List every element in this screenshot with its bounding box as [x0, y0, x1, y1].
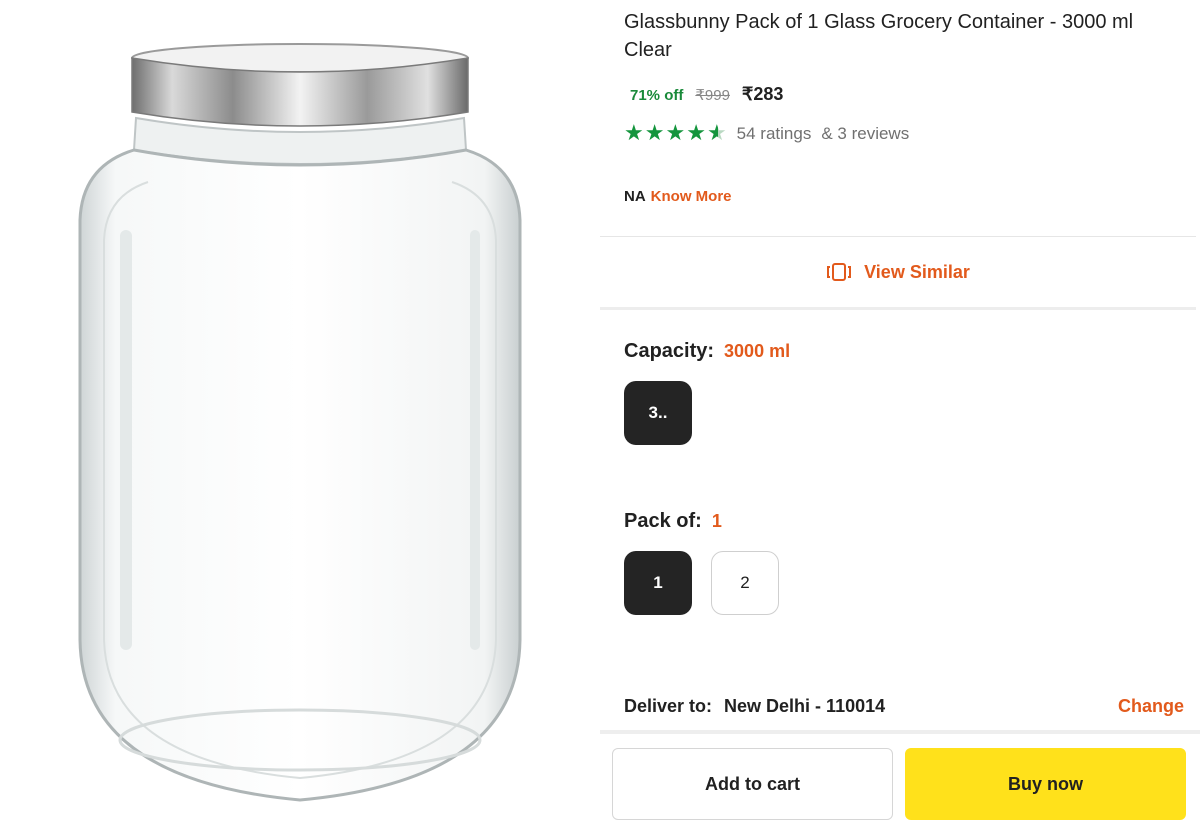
discount-badge: 71% off	[630, 87, 684, 104]
pack-of-selected-value: 1	[711, 511, 722, 531]
selling-price: ₹283	[741, 84, 784, 104]
half-star-icon: ★	[706, 121, 727, 146]
product-details: Glassbunny Pack of 1 Glass Grocery Conta…	[600, 0, 1200, 830]
original-price: ₹999	[695, 87, 730, 104]
ratings-count: 54 ratings	[736, 124, 812, 143]
price-row: 71% off ₹999 ₹283	[630, 84, 783, 105]
change-location-link[interactable]: Change	[1118, 696, 1184, 717]
pack-option-2[interactable]: 2	[711, 551, 779, 615]
info-row: NA Know More	[624, 188, 732, 205]
add-to-cart-button[interactable]: Add to cart	[612, 748, 893, 820]
delivery-location: New Delhi - 110014	[724, 696, 886, 716]
pack-option-1[interactable]: 1	[624, 551, 692, 615]
capacity-label: Capacity: 3000 ml	[624, 340, 790, 363]
view-similar-icon	[827, 263, 852, 281]
product-title: Glassbunny Pack of 1 Glass Grocery Conta…	[624, 11, 1134, 61]
pack-of-title: Pack of:	[624, 510, 702, 532]
view-similar-label: View Similar	[864, 261, 970, 282]
view-similar-button[interactable]: View Similar	[600, 236, 1196, 310]
rating-row[interactable]: ★ ★ ★ ★ ★ 54 ratings & 3 reviews	[624, 122, 909, 146]
info-text: NA	[624, 188, 646, 205]
capacity-title: Capacity:	[624, 340, 715, 362]
action-bar: Add to cart Buy now	[600, 730, 1200, 830]
know-more-link[interactable]: Know More	[651, 188, 732, 205]
pack-of-label: Pack of: 1	[624, 510, 722, 533]
star-icon: ★	[665, 121, 686, 146]
capacity-selected-value: 3000 ml	[724, 341, 791, 361]
glass-jar-image	[78, 43, 522, 802]
rating-stars: ★ ★ ★ ★ ★	[624, 122, 727, 146]
star-icon: ★	[624, 121, 644, 146]
product-image[interactable]	[0, 0, 600, 830]
delivery-row: Deliver to: New Delhi - 110014 Change	[624, 696, 1184, 717]
star-icon: ★	[686, 121, 706, 146]
star-icon: ★	[644, 121, 665, 146]
reviews-count: & 3 reviews	[821, 124, 910, 143]
deliver-to-label: Deliver to:	[624, 696, 713, 716]
buy-now-button[interactable]: Buy now	[905, 748, 1186, 820]
capacity-option[interactable]: 3..	[624, 381, 692, 445]
